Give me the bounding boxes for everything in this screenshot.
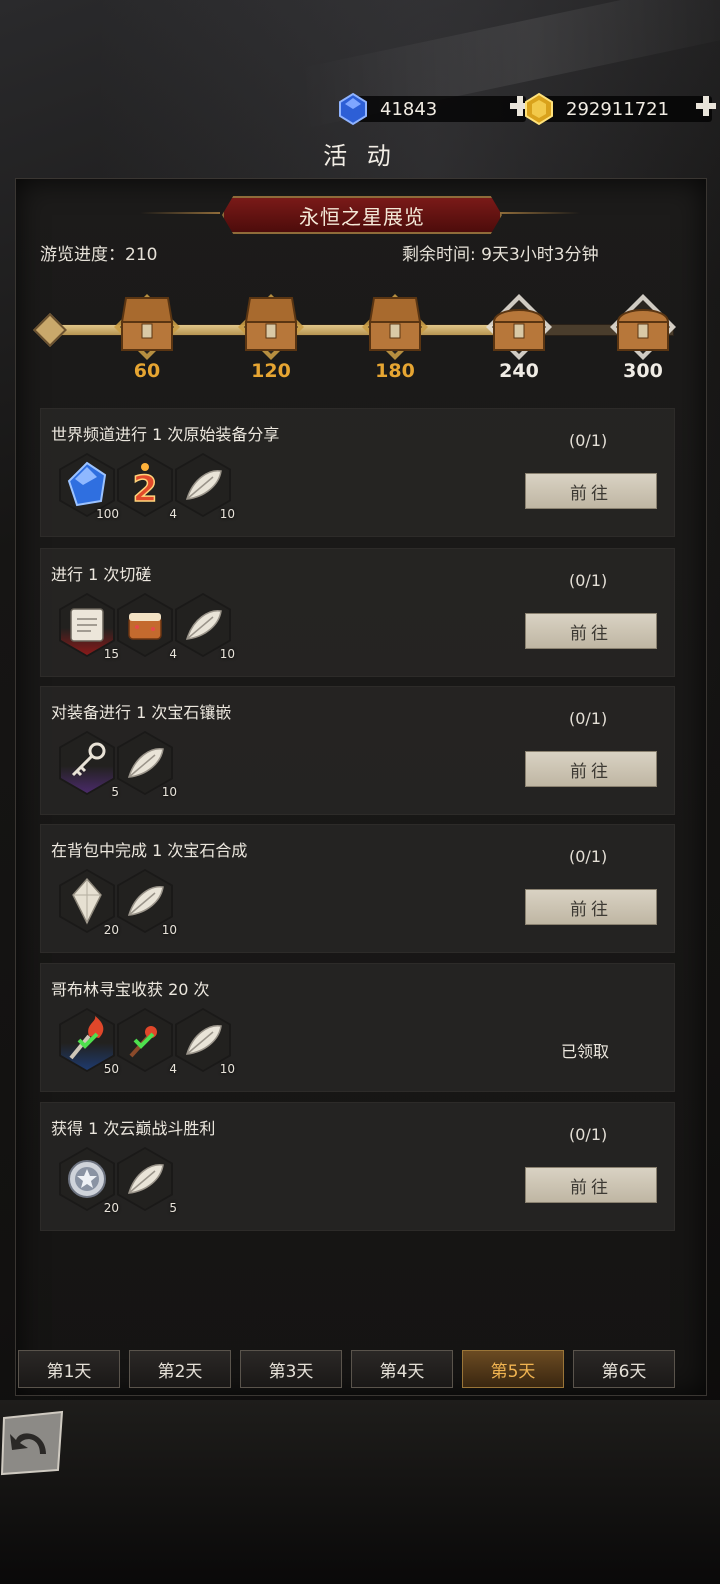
reward-item[interactable]: 50 bbox=[59, 1008, 119, 1076]
reward-item[interactable]: 4 bbox=[117, 593, 177, 661]
task-progress-count: (0/1) bbox=[569, 431, 608, 450]
task-progress-count: (0/1) bbox=[569, 847, 608, 866]
reward-quantity: 10 bbox=[161, 785, 177, 799]
reward-item[interactable]: 10 bbox=[175, 593, 235, 661]
task-title: 进行 1 次切磋 bbox=[51, 565, 152, 584]
task-title: 在背包中完成 1 次宝石合成 bbox=[51, 841, 248, 860]
reward-item[interactable]: 10 bbox=[117, 869, 177, 937]
reward-item[interactable]: 5 bbox=[117, 1147, 177, 1215]
milestone-label: 240 bbox=[499, 360, 539, 382]
milestone-label: 180 bbox=[375, 360, 415, 382]
reward-quantity: 5 bbox=[169, 1201, 177, 1215]
gold-amount: 292911721 bbox=[566, 98, 670, 120]
reward-quantity: 10 bbox=[161, 923, 177, 937]
go-button[interactable]: 前往 bbox=[525, 473, 657, 509]
day-tab-2[interactable]: 第2天 bbox=[129, 1350, 231, 1388]
progress-label: 游览进度： bbox=[40, 245, 125, 265]
reward-item[interactable]: 10 bbox=[175, 1008, 235, 1076]
reward-quantity: 10 bbox=[219, 647, 235, 661]
add-gold-button[interactable] bbox=[694, 94, 718, 118]
go-button[interactable]: 前往 bbox=[525, 613, 657, 649]
time-label: 剩余时间: bbox=[402, 245, 476, 265]
task-progress-count: (0/1) bbox=[569, 571, 608, 590]
milestone-chest-180[interactable] bbox=[360, 292, 430, 362]
task-progress-count: (0/1) bbox=[569, 1125, 608, 1144]
banner-ornament-right bbox=[500, 212, 580, 214]
milestone-chest-120[interactable] bbox=[236, 292, 306, 362]
task-title: 获得 1 次云巅战斗胜利 bbox=[51, 1119, 216, 1138]
back-arrow-icon[interactable] bbox=[0, 1410, 66, 1476]
milestone-label: 300 bbox=[623, 360, 663, 382]
task-title: 对装备进行 1 次宝石镶嵌 bbox=[51, 703, 232, 722]
task-card: 哥布林寻宝收获 20 次 50 4 10 已领取 bbox=[40, 963, 675, 1092]
footer-area bbox=[0, 1400, 720, 1584]
gem-counter: 41843 bbox=[339, 92, 530, 126]
task-card: 获得 1 次云巅战斗胜利 (0/1) 20 5 前往 bbox=[40, 1102, 675, 1231]
progress-value: 210 bbox=[125, 245, 158, 265]
reward-item[interactable]: 100 bbox=[59, 453, 119, 521]
reward-item[interactable]: 5 bbox=[59, 731, 119, 799]
gold-counter: 292911721 bbox=[525, 92, 716, 126]
reward-quantity: 10 bbox=[219, 1062, 235, 1076]
task-card: 进行 1 次切磋 (0/1) 15 4 10 前往 bbox=[40, 548, 675, 677]
reward-quantity: 100 bbox=[96, 507, 119, 521]
claimed-status: 已领取 bbox=[561, 1042, 610, 1061]
reward-item[interactable]: 20 bbox=[59, 869, 119, 937]
task-progress-count: (0/1) bbox=[569, 709, 608, 728]
reward-item[interactable]: 10 bbox=[175, 453, 235, 521]
go-button[interactable]: 前往 bbox=[525, 889, 657, 925]
day-tab-3[interactable]: 第3天 bbox=[240, 1350, 342, 1388]
event-name: 永恒之星展览 bbox=[299, 204, 425, 229]
day-tab-5[interactable]: 第5天 bbox=[462, 1350, 564, 1388]
day-tab-6[interactable]: 第6天 bbox=[573, 1350, 675, 1388]
task-title: 世界频道进行 1 次原始装备分享 bbox=[51, 425, 280, 444]
reward-item[interactable]: 4 bbox=[117, 1008, 177, 1076]
gem-amount: 41843 bbox=[380, 98, 438, 120]
progress-info: 游览进度：210 bbox=[40, 240, 157, 265]
go-button[interactable]: 前往 bbox=[525, 1167, 657, 1203]
task-title: 哥布林寻宝收获 20 次 bbox=[51, 980, 210, 999]
task-card: 在背包中完成 1 次宝石合成 (0/1) 20 10 前往 bbox=[40, 824, 675, 953]
task-card: 世界频道进行 1 次原始装备分享 (0/1) 100 2 4 10 前往 bbox=[40, 408, 675, 537]
svg-text:2: 2 bbox=[132, 469, 157, 510]
reward-quantity: 10 bbox=[219, 507, 235, 521]
reward-item[interactable]: 10 bbox=[117, 731, 177, 799]
day-tab-4[interactable]: 第4天 bbox=[351, 1350, 453, 1388]
banner-ornament-left bbox=[140, 212, 220, 214]
reward-item[interactable]: 24 bbox=[117, 453, 177, 521]
milestone-label: 60 bbox=[133, 360, 161, 382]
milestone-chest-240[interactable] bbox=[484, 292, 554, 362]
day-tab-1[interactable]: 第1天 bbox=[18, 1350, 120, 1388]
time-info: 剩余时间: 9天3小时3分钟 bbox=[402, 240, 599, 265]
task-card: 对装备进行 1 次宝石镶嵌 (0/1) 5 10 前往 bbox=[40, 686, 675, 815]
reward-item[interactable]: 20 bbox=[59, 1147, 119, 1215]
event-banner: 永恒之星展览 bbox=[222, 196, 502, 234]
milestone-chest-300[interactable] bbox=[608, 292, 678, 362]
blue-gem-icon bbox=[339, 92, 367, 126]
time-value: 9天3小时3分钟 bbox=[481, 245, 599, 265]
reward-item[interactable]: 15 bbox=[59, 593, 119, 661]
milestone-chest-60[interactable] bbox=[112, 292, 182, 362]
gold-coin-icon bbox=[525, 92, 553, 126]
page-title: 活 动 bbox=[323, 142, 397, 170]
milestone-label: 120 bbox=[251, 360, 291, 382]
go-button[interactable]: 前往 bbox=[525, 751, 657, 787]
